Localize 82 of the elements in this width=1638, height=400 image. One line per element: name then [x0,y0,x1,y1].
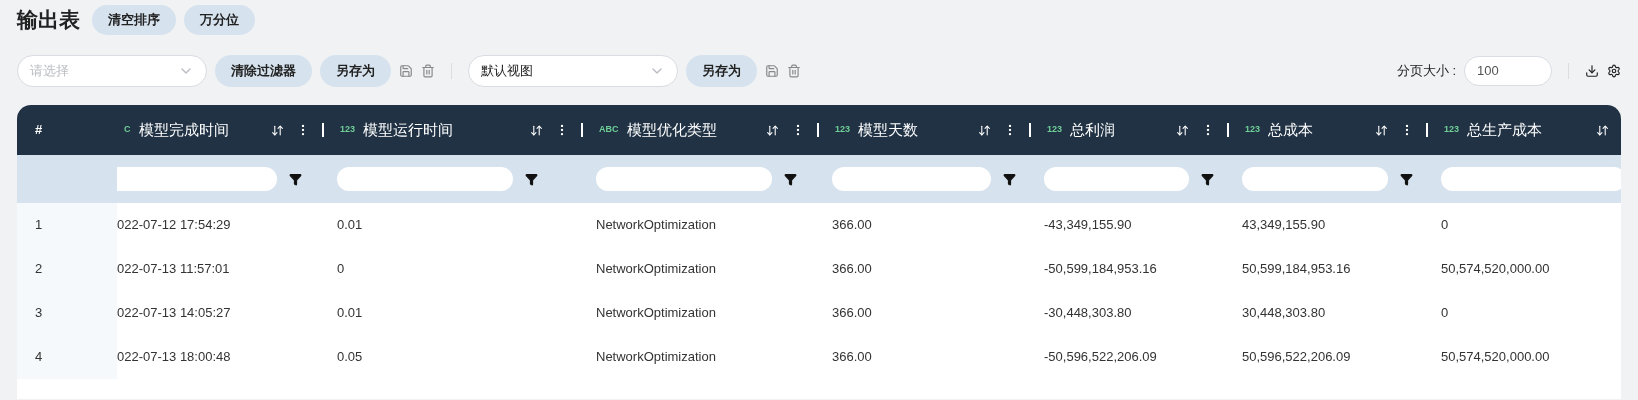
type-label: 123 [340,123,356,137]
table-cell-text: 0.01 [336,304,364,323]
page-title: 输出表 [17,7,80,34]
column-header[interactable]: 模型天数 [858,118,919,142]
table-cell-text: 0.01 [336,216,364,235]
table-cell-text: -30,448,303.80 [1043,304,1133,323]
delete-icon[interactable] [787,64,801,78]
filter-icon[interactable] [525,172,538,186]
table-cell-text: 50,574,520,000.00 [1440,260,1551,279]
column-header[interactable]: 模型优化类型 [626,118,717,142]
filter-field[interactable] [1242,167,1388,191]
sort-icon[interactable] [530,123,543,137]
filter-icon[interactable] [1003,172,1016,186]
sort-icon[interactable] [1596,123,1609,137]
table-cell-text: 0 [1440,216,1450,235]
table-cell-text: -50,599,184,953.16 [1043,260,1158,279]
filter-field[interactable] [832,167,991,191]
column-header[interactable]: 模型完成时间 [138,118,229,142]
row-number: 2 [17,247,117,291]
table-cell-text: 022-07-13 18:00:48 [117,348,232,367]
toolbar-button[interactable]: 清空排序 [92,5,176,35]
table-cell-text: 30,448,303.80 [1241,304,1327,323]
sort-icon[interactable] [1375,123,1388,137]
table-cell-text: NetworkOptimization [595,260,717,279]
column-header[interactable]: 总成本 [1268,118,1314,142]
table-cell-text: 366.00 [831,260,873,279]
delete-icon[interactable] [421,64,435,78]
column-header[interactable]: 总生产成本 [1467,118,1543,142]
save-icon[interactable] [399,64,413,78]
page-size-label: 分页大小 : [1396,62,1456,81]
filter-field[interactable] [1441,167,1621,191]
table-cell-text: 0.05 [336,348,364,367]
row-number: 1 [17,203,117,247]
table-cell-text: NetworkOptimization [595,216,717,235]
filter-field[interactable] [117,167,277,191]
filter-icon[interactable] [784,172,797,186]
table-cell-text: 022-07-13 11:57:01 [117,260,231,279]
table-cell-text: -50,596,522,206.09 [1043,348,1158,367]
table-cell-text: 366.00 [831,216,873,235]
type-label: 123 [1047,123,1063,137]
filter-icon[interactable] [1400,172,1413,186]
row-number: 3 [17,291,117,335]
table-cell-text: 366.00 [831,348,873,367]
type-label: 123 [835,123,851,137]
type-label: 123 [1245,123,1261,137]
type-label: ABC [599,123,619,137]
toolbar-button[interactable]: 万分位 [184,5,255,35]
column-header: # [34,121,44,140]
table-cell-text: 43,349,155.90 [1241,216,1327,235]
table-cell-text: NetworkOptimization [595,304,717,323]
table-cell-text: 0 [1440,304,1450,323]
view-select[interactable]: 默认视图 [468,55,678,87]
row-number: 4 [17,335,117,379]
save-icon[interactable] [765,64,779,78]
table-cell-text: 022-07-13 14:05:27 [117,304,232,323]
table-cell-text: 366.00 [831,304,873,323]
download-icon[interactable] [1585,64,1599,78]
filter-icon[interactable] [1201,172,1214,186]
sort-icon[interactable] [271,123,284,137]
filter-field[interactable] [1044,167,1189,191]
filter-field[interactable] [596,167,772,191]
save-as-button[interactable]: 另存为 [686,55,757,87]
filter-field[interactable] [337,167,513,191]
table-cell-text: 022-07-12 17:54:29 [117,216,232,235]
type-label: C [124,123,131,137]
table-cell-text: -43,349,155.90 [1043,216,1133,235]
table-cell-text: 50,574,520,000.00 [1440,348,1551,367]
table-cell-text: NetworkOptimization [595,348,717,367]
sort-icon[interactable] [766,123,779,137]
table-cell-text: 50,596,522,206.09 [1241,348,1352,367]
type-label: 123 [1444,123,1460,137]
sort-icon[interactable] [978,123,991,137]
settings-icon[interactable] [1607,64,1621,78]
clear-filter-button[interactable]: 清除过滤器 [215,55,312,87]
page-size-field[interactable]: 100 [1464,56,1552,86]
column-header[interactable]: 总利润 [1070,118,1116,142]
filter-icon[interactable] [289,172,302,186]
table-cell-text: 0 [336,260,346,279]
table-cell-text: 50,599,184,953.16 [1241,260,1352,279]
sort-icon[interactable] [1176,123,1189,137]
save-as-button[interactable]: 另存为 [320,55,391,87]
column-header[interactable]: 模型运行时间 [363,118,454,142]
